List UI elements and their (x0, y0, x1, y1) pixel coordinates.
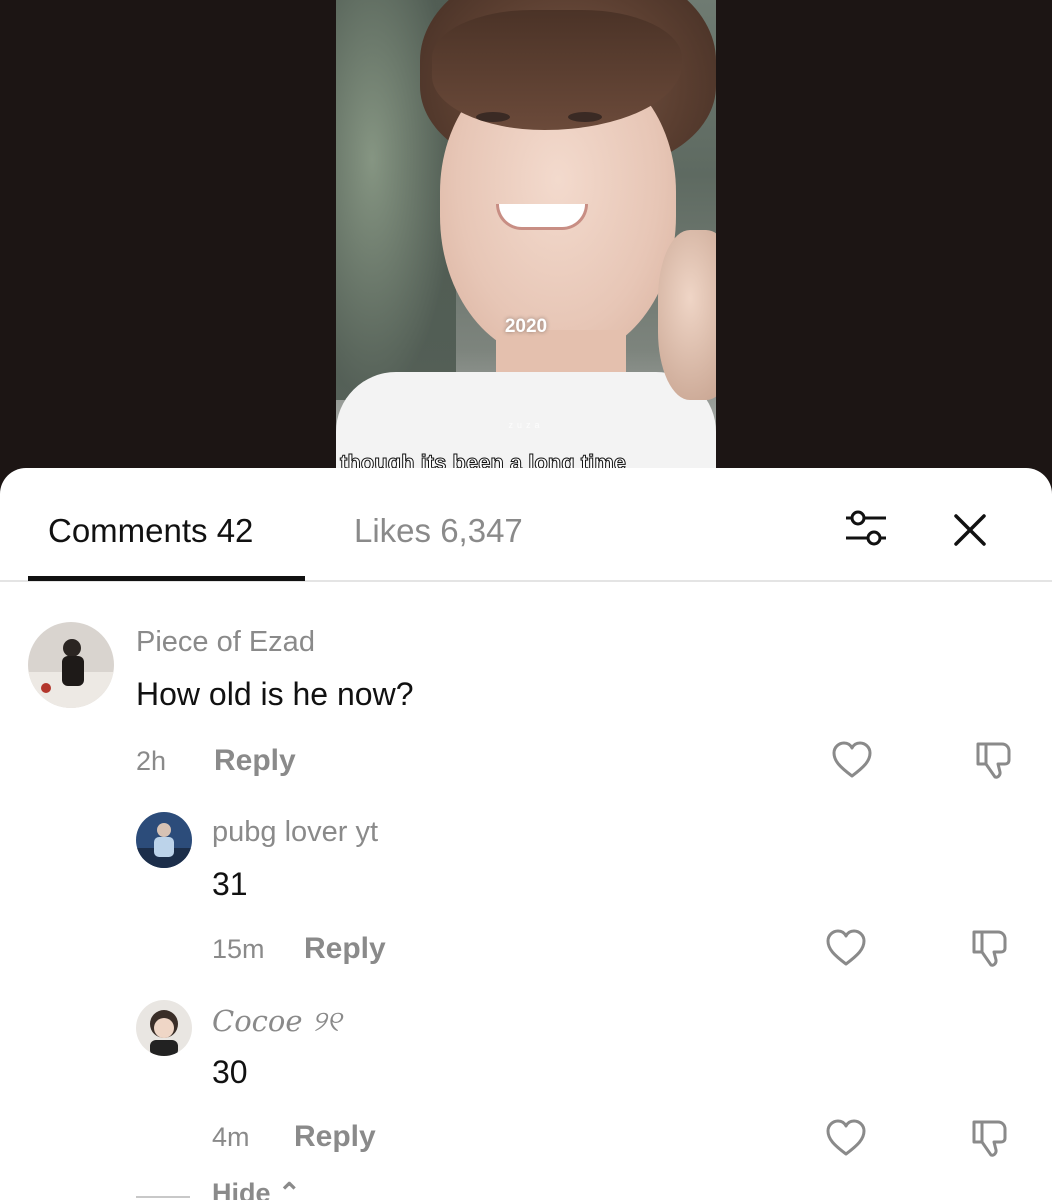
thumbs-down-icon (972, 930, 1007, 967)
dislike-button[interactable] (968, 926, 1012, 970)
avatar[interactable] (28, 622, 114, 708)
comment-timestamp: 15m (212, 934, 265, 964)
heart-icon (832, 741, 872, 778)
comments-sheet: Comments 42 Likes 6,347 Piece of Ezad Ho… (0, 468, 1052, 1200)
like-button[interactable] (824, 1116, 868, 1160)
tab-likes[interactable]: Likes 6,347 (354, 512, 523, 550)
reply-button[interactable]: Reply (214, 744, 296, 778)
comment-timestamp: 2h (136, 746, 167, 776)
comment-username[interactable]: Cocoe ୨୧ (212, 1004, 341, 1039)
comment-username[interactable]: Piece of Ezad (136, 626, 315, 659)
avatar[interactable] (136, 812, 192, 868)
thumbs-down-icon (976, 742, 1011, 779)
reply-button[interactable]: Reply (304, 932, 386, 966)
comment-timestamp: 4m (212, 1122, 250, 1152)
reply-button[interactable]: Reply (294, 1120, 376, 1154)
tab-comments[interactable]: Comments 42 (48, 512, 253, 550)
avatar[interactable] (136, 1000, 192, 1056)
comment-text: 30 (212, 1054, 248, 1090)
thumbs-down-icon (972, 1120, 1007, 1157)
video-frame: 2020 zuza though its been a long time (336, 0, 716, 500)
like-button[interactable] (830, 738, 874, 782)
close-icon (954, 514, 986, 546)
divider (136, 1196, 190, 1198)
dislike-button[interactable] (972, 738, 1016, 782)
sliders-icon (846, 510, 886, 546)
heart-icon (826, 1119, 866, 1156)
video-player[interactable]: 2020 zuza though its been a long time (0, 0, 1052, 500)
comment-text: How old is he now? (136, 676, 414, 712)
tab-bar: Comments 42 Likes 6,347 (0, 468, 1052, 582)
dislike-button[interactable] (968, 1116, 1012, 1160)
comment-username[interactable]: pubg lover yt (212, 816, 378, 849)
like-button[interactable] (824, 926, 868, 970)
video-year-overlay: 2020 (504, 316, 548, 337)
hide-replies-button[interactable]: Hide ⌃ (212, 1178, 301, 1200)
filter-button[interactable] (838, 506, 894, 550)
comment-text: 31 (212, 866, 248, 902)
active-tab-indicator (28, 576, 305, 581)
video-watermark: zuza (508, 420, 544, 430)
close-button[interactable] (944, 504, 996, 556)
heart-icon (826, 929, 866, 966)
